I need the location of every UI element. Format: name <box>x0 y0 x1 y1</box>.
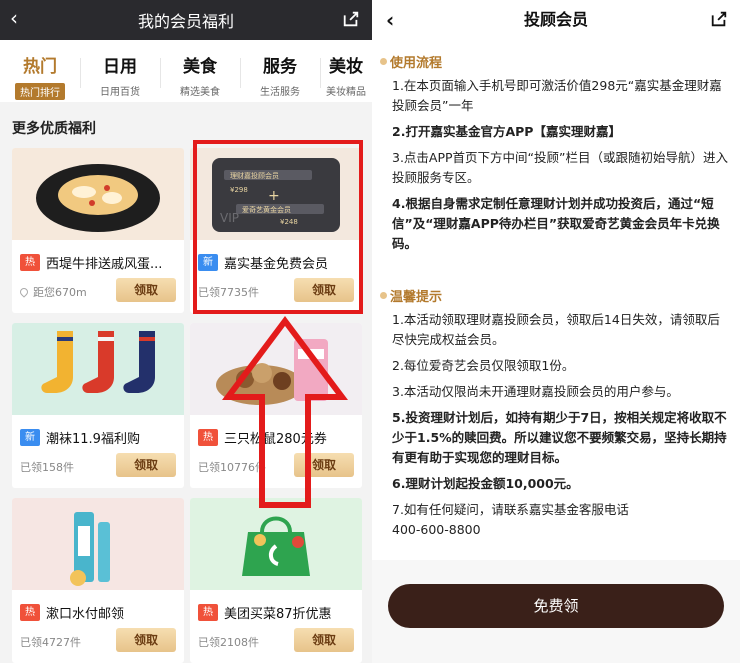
section-tips-title: 温馨提示 <box>380 286 443 305</box>
up-arrow-annotation <box>222 316 348 508</box>
tip-2: 2.每位爱奇艺会员仅限领取1份。 <box>392 358 575 373</box>
tip-7-phone: 400-600-8800 <box>392 522 481 537</box>
share-icon[interactable] <box>710 10 728 28</box>
bottom-bar: 免费领 <box>372 560 740 663</box>
tab-daily-sub: 日用百货 <box>100 87 140 98</box>
hot-badge: 热 <box>20 604 40 621</box>
claim-button[interactable]: 领取 <box>116 278 176 302</box>
member-benefits-page: ‹ 我的会员福利 热门 热门排行 日用 日用百货 美食 精选美食 服务 生活服务… <box>0 0 372 663</box>
content-area: 使用流程 1.在本页面输入手机号即可激活价值298元“嘉实基金理财嘉投顾会员”一… <box>372 40 740 600</box>
tip-5: 5.投资理财计划后，如持有期少于7日，按相关规定将收取不少于1.5%的赎回费。所… <box>392 410 727 465</box>
claim-button[interactable]: 领取 <box>294 628 354 652</box>
steak-cake-image <box>12 148 184 240</box>
benefit-card[interactable]: 热 漱口水付邮领 已领4727件 领取 <box>12 498 184 663</box>
section-dot-icon <box>380 58 387 65</box>
card-title: 热 美团买菜87折优惠 <box>198 603 332 622</box>
card-meta: 已领2108件 <box>198 634 259 650</box>
card-title: 新 潮袜11.9福利购 <box>20 428 140 447</box>
tab-beauty-sub: 美妆精品 <box>326 87 366 98</box>
claim-button[interactable]: 领取 <box>116 453 176 477</box>
card-title-text: 西堤牛排送戚风蛋... <box>46 257 163 272</box>
card-meta-text: 已领4727件 <box>20 636 81 649</box>
right-top-bar: ‹ 投顾会员 <box>372 0 740 36</box>
tab-service-sub: 生活服务 <box>260 87 300 98</box>
share-icon[interactable] <box>342 10 360 28</box>
usage-step-3: 3.点击APP首页下方中间“投顾”栏目（或跟随初始导航）进入投顾服务专区。 <box>392 150 729 185</box>
advisor-member-page: ‹ 投顾会员 使用流程 1.在本页面输入手机号即可激活价值298元“嘉实基金理财… <box>372 0 740 663</box>
tip-7: 7.如有任何疑问，请联系嘉实基金客服电话 <box>392 502 629 517</box>
tab-food-label: 美食 <box>183 57 217 77</box>
category-tabs: 热门 热门排行 日用 日用百货 美食 精选美食 服务 生活服务 美妆 美妆精品 <box>0 40 372 102</box>
left-top-bar: ‹ 我的会员福利 <box>0 0 372 40</box>
screenshot-composite: ‹ 我的会员福利 热门 热门排行 日用 日用百货 美食 精选美食 服务 生活服务… <box>0 0 740 663</box>
location-icon <box>18 286 30 298</box>
card-meta: 已领158件 <box>20 459 74 475</box>
card-meta: 已领4727件 <box>20 634 81 650</box>
card-title-text: 漱口水付邮领 <box>46 607 125 622</box>
page-title: 我的会员福利 <box>137 12 234 31</box>
tab-hot-sub: 热门排行 <box>15 83 65 100</box>
tip-6: 6.理财计划起投金额10,000元。 <box>392 476 579 491</box>
tab-daily-label: 日用 <box>103 57 137 77</box>
highlight-box <box>193 140 363 314</box>
section-usage-title-text: 使用流程 <box>390 56 443 71</box>
mouthwash-image <box>12 498 184 590</box>
back-icon[interactable]: ‹ <box>386 8 394 32</box>
card-meta-text: 已领2108件 <box>198 636 259 649</box>
hot-badge: 热 <box>20 254 40 271</box>
card-title: 热 西堤牛排送戚风蛋... <box>20 253 162 272</box>
section-title: 更多优质福利 <box>12 121 96 137</box>
hot-badge: 热 <box>198 604 218 621</box>
page-title: 投顾会员 <box>523 10 588 29</box>
card-meta-text: 已领158件 <box>20 461 74 474</box>
usage-step-1: 1.在本页面输入手机号即可激活价值298元“嘉实基金理财嘉投顾会员”一年 <box>392 78 722 113</box>
card-title-text: 潮袜11.9福利购 <box>46 432 140 447</box>
section-tips-title-text: 温馨提示 <box>390 290 443 305</box>
benefit-card[interactable]: 新 潮袜11.9福利购 已领158件 领取 <box>12 323 184 488</box>
benefit-card[interactable]: 热 美团买菜87折优惠 已领2108件 领取 <box>190 498 362 663</box>
back-icon[interactable]: ‹ <box>10 8 18 28</box>
card-title: 热 漱口水付邮领 <box>20 603 124 622</box>
card-title-text: 美团买菜87折优惠 <box>224 607 332 622</box>
tab-service-label: 服务 <box>263 57 297 77</box>
tip-3: 3.本活动仅限尚未开通理财嘉投顾会员的用户参与。 <box>392 384 679 399</box>
new-badge: 新 <box>20 429 40 446</box>
hot-badge: 热 <box>198 429 218 446</box>
card-meta-text: 距您670m <box>33 286 87 299</box>
section-usage-title: 使用流程 <box>380 52 443 71</box>
section-dot-icon <box>380 292 387 299</box>
claim-button[interactable]: 领取 <box>116 628 176 652</box>
benefit-card[interactable]: 热 西堤牛排送戚风蛋... 距您670m 领取 <box>12 148 184 313</box>
tab-hot[interactable]: 热门 热门排行 <box>0 40 80 102</box>
tab-beauty[interactable]: 美妆 美妆精品 <box>320 40 372 102</box>
tip-1: 1.本活动领取理财嘉投顾会员，领取后14日失效，请领取后尽快完成权益会员。 <box>392 312 720 347</box>
tab-hot-label: 热门 <box>23 57 57 77</box>
usage-step-4: 4.根据自身需求定制任意理财计划并成功投资后，通过“短信”及“理财嘉APP待办栏… <box>392 196 720 251</box>
tab-food[interactable]: 美食 精选美食 <box>160 40 240 102</box>
free-claim-button[interactable]: 免费领 <box>388 584 724 628</box>
tab-food-sub: 精选美食 <box>180 87 220 98</box>
tab-beauty-label: 美妆 <box>329 57 363 77</box>
socks-image <box>12 323 184 415</box>
tab-service[interactable]: 服务 生活服务 <box>240 40 320 102</box>
tab-daily[interactable]: 日用 日用百货 <box>80 40 160 102</box>
card-meta: 距您670m <box>18 284 87 300</box>
usage-step-2: 2.打开嘉实基金官方APP【嘉实理财嘉】 <box>392 124 621 139</box>
